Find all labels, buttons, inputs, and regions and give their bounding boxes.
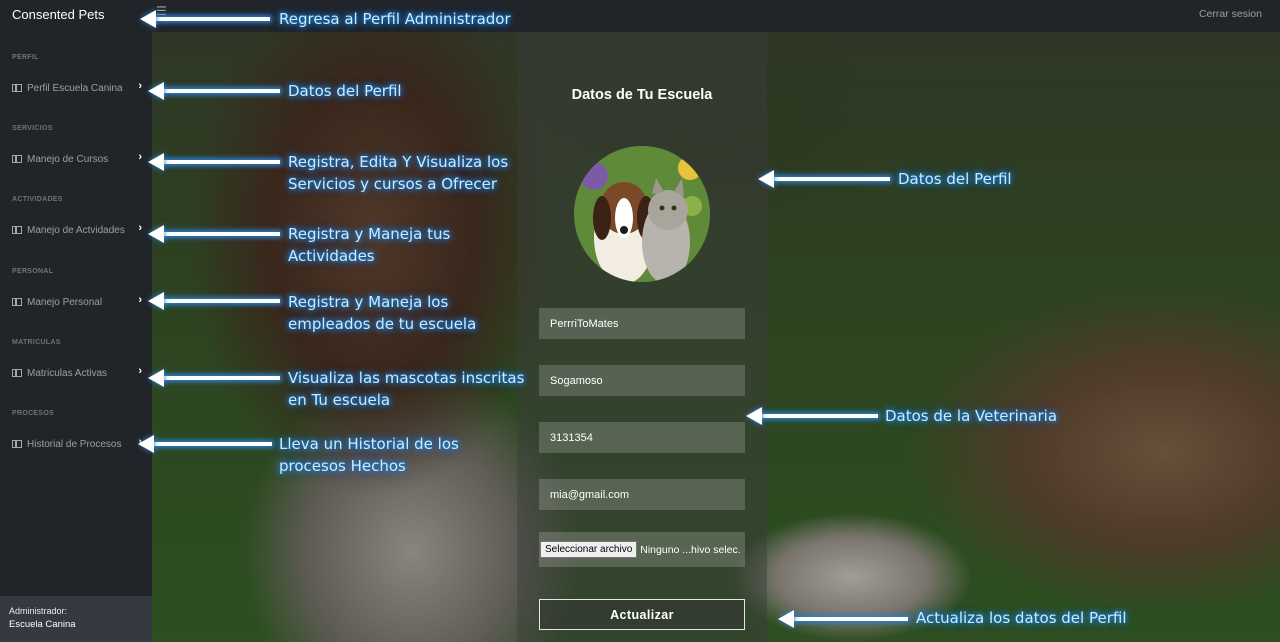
update-button[interactable]: Actualizar	[539, 599, 745, 630]
section-heading-personal: PERSONAL	[12, 268, 54, 275]
sidebar-item-label: Manejo de Cursos	[27, 153, 109, 165]
annotation-arrow	[778, 610, 908, 628]
columns-icon	[12, 226, 22, 234]
annotation-arrow	[140, 10, 270, 28]
section-heading-perfil: PERFIL	[12, 54, 39, 61]
school-name-field[interactable]: PerrriToMates	[539, 308, 745, 339]
columns-icon	[12, 84, 22, 92]
annotation-text: Datos de la Veterinaria	[885, 407, 1058, 425]
annotation-text: Datos del Perfil	[288, 82, 402, 100]
choose-file-button[interactable]: Seleccionar archivo	[540, 541, 638, 558]
logged-in-label: Administrador:	[9, 606, 68, 616]
sidebar-item-label: Historial de Procesos	[27, 438, 122, 450]
sidebar-item-perfil[interactable]: Perfil Escuela Canina ›	[12, 80, 146, 96]
file-input: Seleccionar archivo Ninguno ...hivo sele…	[539, 532, 745, 567]
brand-link[interactable]: Consented Pets	[12, 7, 105, 22]
annotation-text: Actividades	[288, 247, 375, 265]
columns-icon	[12, 298, 22, 306]
annotation-text: Visualiza las mascotas inscritas	[288, 369, 525, 387]
chevron-right-icon: ›	[138, 80, 142, 92]
sidebar-item-historial[interactable]: Historial de Procesos ›	[12, 436, 146, 452]
section-heading-actividades: ACTIVIDADES	[12, 196, 63, 203]
columns-icon	[12, 369, 22, 377]
chevron-right-icon: ›	[138, 222, 142, 234]
sidebar-item-label: Manejo Personal	[27, 296, 103, 308]
profile-form-panel: Datos de Tu Escuela PerrriToMates Sogamo…	[517, 32, 767, 642]
annotation-arrow	[148, 225, 280, 243]
file-status: Ninguno ...hivo selec.	[640, 543, 741, 556]
annotation-text: Lleva un Historial de los	[279, 435, 459, 453]
sidebar-item-personal[interactable]: Manejo Personal ›	[12, 294, 146, 310]
annotation-arrow	[746, 407, 878, 425]
logout-link[interactable]: Cerrar sesion	[1199, 8, 1262, 20]
annotation-arrow	[148, 82, 280, 100]
logged-in-user: Escuela Canina	[9, 619, 76, 630]
annotation-text: Datos del Perfil	[898, 170, 1012, 188]
sidebar-footer: Administrador: Escuela Canina	[0, 596, 152, 642]
annotation-arrow	[148, 369, 280, 387]
annotation-arrow	[758, 170, 890, 188]
annotation-text: Registra, Edita Y Visualiza los	[288, 153, 509, 171]
sidebar-item-actividades[interactable]: Manejo de Actvidades ›	[12, 222, 146, 238]
columns-icon	[12, 155, 22, 163]
annotation-arrow	[148, 292, 280, 310]
sidebar-item-label: Matriculas Activas	[27, 367, 108, 379]
sidebar-item-label: Manejo de Actvidades	[27, 224, 125, 236]
profile-avatar	[574, 146, 710, 282]
email-field[interactable]: mia@gmail.com	[539, 479, 745, 510]
section-heading-procesos: PROCESOS	[12, 410, 55, 417]
annotation-text: Servicios y cursos a Ofrecer	[288, 175, 498, 193]
sidebar: PERFIL Perfil Escuela Canina › SERVICIOS…	[0, 32, 152, 642]
chevron-right-icon: ›	[138, 294, 142, 306]
annotation-text: Registra y Maneja los	[288, 293, 449, 311]
sidebar-item-cursos[interactable]: Manejo de Cursos ›	[12, 151, 146, 167]
annotation-text: Actualiza los datos del Perfil	[916, 609, 1127, 627]
section-heading-servicios: SERVICIOS	[12, 125, 53, 132]
chevron-right-icon: ›	[138, 151, 142, 163]
annotation-text: Regresa al Perfil Administrador	[279, 10, 511, 28]
form-title: Datos de Tu Escuela	[571, 87, 713, 103]
annotation-text: empleados de tu escuela	[288, 315, 477, 333]
chevron-right-icon: ›	[138, 365, 142, 377]
sidebar-item-label: Perfil Escuela Canina	[27, 82, 123, 94]
phone-field[interactable]: 3131354	[539, 422, 745, 453]
annotation-arrow	[148, 153, 280, 171]
annotation-text: procesos Hechos	[279, 457, 406, 475]
annotation-text: Registra y Maneja tus	[288, 225, 451, 243]
city-field[interactable]: Sogamoso	[539, 365, 745, 396]
sidebar-item-matriculas[interactable]: Matriculas Activas ›	[12, 365, 146, 381]
annotation-text: en Tu escuela	[288, 391, 391, 409]
columns-icon	[12, 440, 22, 448]
annotation-arrow	[138, 435, 272, 453]
section-heading-matriculas: MATRICULAS	[12, 339, 61, 346]
